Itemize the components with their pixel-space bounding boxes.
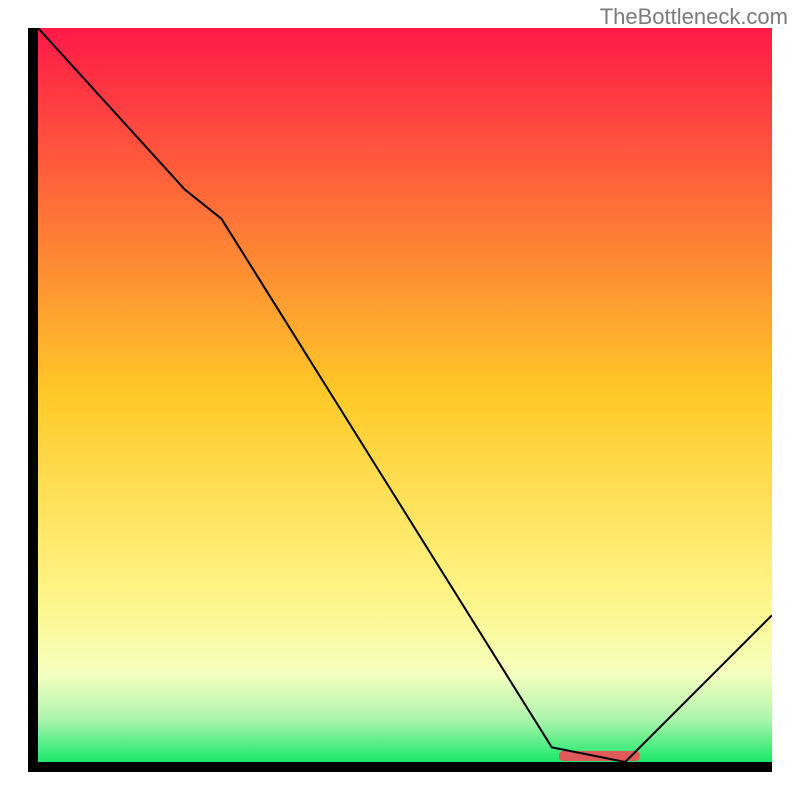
chart-frame: [28, 28, 772, 772]
y-axis-line: [28, 28, 38, 772]
chart-svg: [38, 28, 772, 762]
chart-background-gradient: [38, 28, 772, 762]
plot-area: [38, 28, 772, 762]
x-axis-line: [28, 762, 772, 772]
watermark-text: TheBottleneck.com: [600, 4, 788, 30]
